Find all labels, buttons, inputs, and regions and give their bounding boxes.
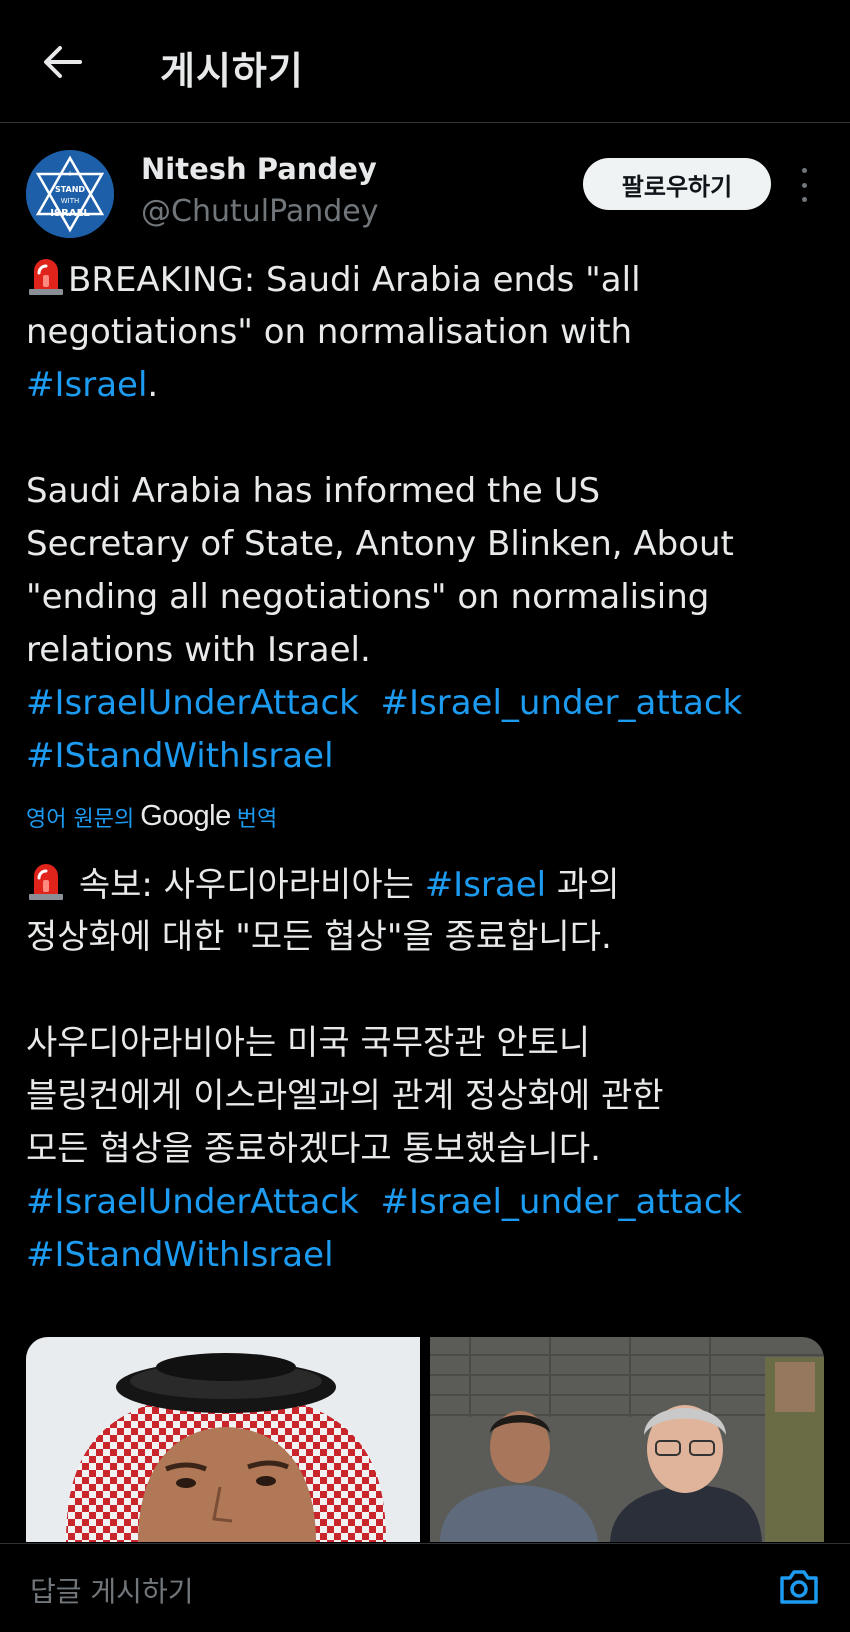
- avatar-text-1: I: [69, 170, 71, 178]
- tweet-line: Saudi Arabia has informed the US: [26, 471, 601, 511]
- dot-icon: [801, 182, 807, 188]
- page-title: 게시하기: [160, 49, 304, 93]
- hashtag-link[interactable]: #IsraelUnderAttack: [26, 683, 359, 723]
- camera-icon: [780, 1570, 818, 1604]
- translate-prefix: 영어 원문의: [26, 806, 135, 832]
- avatar-text-3: WITH: [61, 197, 80, 205]
- hashtag-link[interactable]: #Israel_under_attack: [381, 683, 743, 723]
- tweet-line: #IsraelUnderAttack #Israel_under_attack: [26, 1176, 826, 1229]
- reply-input[interactable]: 답글 게시하기: [30, 1570, 193, 1610]
- dot-icon: [801, 197, 807, 202]
- tweet-text-segment: 과의: [556, 865, 620, 905]
- tweet-line: #IStandWithIsrael: [26, 730, 826, 783]
- hashtag-link[interactable]: #IStandWithIsrael: [26, 1235, 334, 1275]
- media-photo-1[interactable]: [26, 1337, 420, 1542]
- follow-button[interactable]: 팔로우하기: [583, 158, 771, 210]
- tweet-line: #Israel.: [26, 359, 826, 412]
- tweet-line: #IStandWithIsrael: [26, 1229, 826, 1282]
- star-of-david-icon: I STAND WITH ISRAEL: [26, 150, 114, 238]
- photo-keffiyeh-man: [26, 1337, 420, 1542]
- top-app-bar: 게시하기: [0, 0, 850, 123]
- hashtag-link[interactable]: #Israel_under_attack: [381, 1182, 743, 1222]
- author-handle[interactable]: @ChutulPandey: [141, 194, 378, 229]
- hashtag-link[interactable]: #Israel: [425, 865, 546, 905]
- tweet-line: 모든 협상을 종료하겠다고 통보했습니다.: [26, 1129, 601, 1169]
- tweet-line: 블링컨에게 이스라엘과의 관계 정상화에 관한: [26, 1076, 664, 1116]
- more-options-button[interactable]: [794, 168, 814, 202]
- tweet-text-segment: BREAKING: Saudi Arabia ends "all: [68, 260, 641, 300]
- siren-icon: [29, 864, 63, 900]
- tweet-line: BREAKING: Saudi Arabia ends "all: [26, 253, 826, 306]
- tweet-line: 속보: 사우디아라비아는 #Israel 과의: [26, 858, 826, 911]
- tweet-line: 정상화에 대한 "모든 협상"을 종료합니다.: [26, 917, 612, 957]
- google-logo: Google: [140, 800, 231, 832]
- tweet-line: 사우디아라비아는 미국 국무장관 안토니: [26, 1023, 591, 1063]
- tweet-line: #IsraelUnderAttack #Israel_under_attack: [26, 677, 826, 730]
- photo-meeting-room: [430, 1337, 824, 1542]
- back-button[interactable]: [38, 38, 86, 86]
- arrow-left-icon: [44, 46, 82, 78]
- translate-suffix: 번역: [236, 806, 278, 832]
- tweet-line: relations with Israel.: [26, 630, 371, 670]
- siren-icon: [29, 259, 63, 295]
- dot-icon: [801, 168, 807, 173]
- avatar-text-2: STAND: [55, 185, 85, 194]
- tweet-text-original: BREAKING: Saudi Arabia ends "all negotia…: [26, 253, 826, 783]
- hashtag-link[interactable]: #IStandWithIsrael: [26, 736, 334, 776]
- tweet-text-segment: .: [147, 365, 159, 405]
- tweet-line: "ending all negotiations" on normalising: [26, 577, 710, 617]
- tweet-line: negotiations" on normalisation with: [26, 312, 633, 352]
- hashtag-link[interactable]: #IsraelUnderAttack: [26, 1182, 359, 1222]
- tweet-line: Secretary of State, Antony Blinken, Abou…: [26, 524, 734, 564]
- translated-by-google-link[interactable]: 영어 원문의 Google 번역: [26, 800, 277, 833]
- avatar[interactable]: I STAND WITH ISRAEL: [26, 150, 114, 238]
- hashtag-link[interactable]: #Israel: [26, 365, 147, 405]
- tweet-text-segment: 속보: 사우디아라비아는: [78, 865, 414, 905]
- tweet-text-translation: 속보: 사우디아라비아는 #Israel 과의 정상화에 대한 "모든 협상"을…: [26, 858, 826, 1282]
- media-photo-2[interactable]: [430, 1337, 824, 1542]
- author-name[interactable]: Nitesh Pandey: [141, 152, 377, 186]
- reply-composer-bar: 답글 게시하기: [0, 1543, 850, 1632]
- camera-button[interactable]: [776, 1564, 822, 1610]
- avatar-text-4: ISRAEL: [50, 208, 90, 219]
